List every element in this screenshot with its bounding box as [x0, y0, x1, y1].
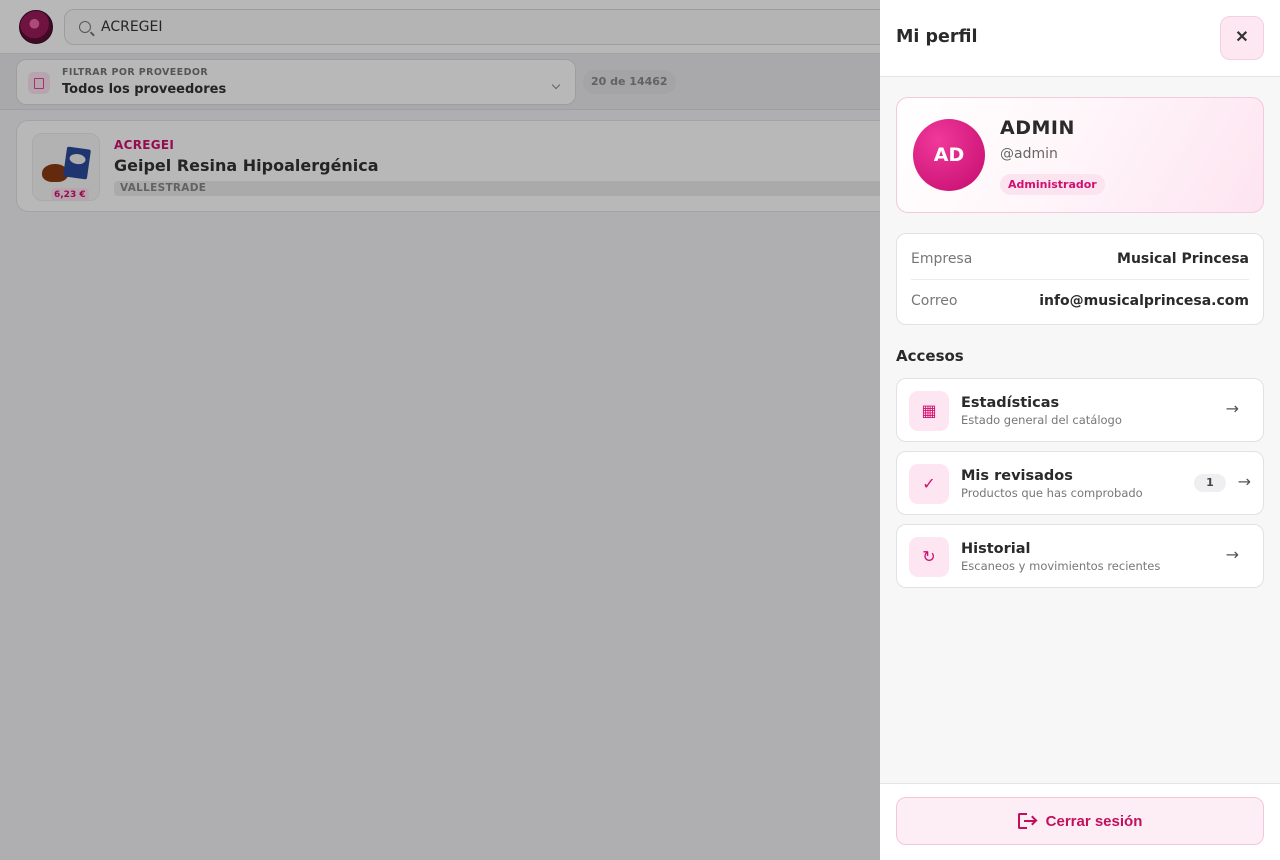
grid-icon: ▦: [909, 391, 949, 431]
link-subtitle: Productos que has comprobado: [961, 486, 1143, 500]
info-row-email: Correo info@musicalprincesa.com: [911, 280, 1249, 322]
link-title: Mis revisados: [961, 468, 1073, 484]
user-handle: @admin: [1000, 146, 1058, 162]
user-name: ADMIN: [1000, 117, 1075, 139]
section-title-accesos: Accesos: [896, 347, 964, 365]
logout-label: Cerrar sesión: [1045, 812, 1143, 830]
close-button[interactable]: ✕: [1220, 16, 1264, 60]
refresh-icon: ↻: [909, 537, 949, 577]
check-icon: ✓: [909, 464, 949, 504]
account-info-card: Empresa Musical Princesa Correo info@mus…: [896, 233, 1264, 325]
drawer-footer: Cerrar sesión: [880, 783, 1280, 860]
info-key: Empresa: [911, 251, 973, 267]
drawer-title: Mi perfil: [896, 27, 978, 47]
close-icon: ✕: [1235, 29, 1249, 46]
link-title: Estadísticas: [961, 395, 1060, 411]
arrow-right-icon: →: [1237, 472, 1251, 491]
logout-button[interactable]: Cerrar sesión: [896, 797, 1264, 845]
arrow-right-icon: →: [1225, 399, 1239, 418]
link-subtitle: Estado general del catálogo: [961, 413, 1122, 427]
logout-icon: [1017, 812, 1038, 830]
count-badge: 1: [1194, 474, 1226, 492]
profile-card: AD ADMIN @admin Administrador: [896, 97, 1264, 213]
link-reviewed[interactable]: ✓ Mis revisados Productos que has compro…: [896, 451, 1264, 515]
arrow-right-icon: →: [1225, 545, 1239, 564]
avatar: AD: [913, 119, 985, 191]
link-statistics[interactable]: ▦ Estadísticas Estado general del catálo…: [896, 378, 1264, 442]
info-key: Correo: [911, 293, 958, 309]
link-subtitle: Escaneos y movimientos recientes: [961, 559, 1161, 573]
link-title: Historial: [961, 541, 1031, 557]
profile-drawer: Mi perfil ✕ AD ADMIN @admin Administrado…: [880, 0, 1280, 860]
info-value: info@musicalprincesa.com: [1039, 293, 1249, 309]
drawer-header: Mi perfil ✕: [880, 0, 1280, 77]
info-row-company: Empresa Musical Princesa: [911, 238, 1249, 280]
info-value: Musical Princesa: [1117, 251, 1249, 267]
link-history[interactable]: ↻ Historial Escaneos y movimientos recie…: [896, 524, 1264, 588]
role-badge: Administrador: [1000, 174, 1105, 195]
